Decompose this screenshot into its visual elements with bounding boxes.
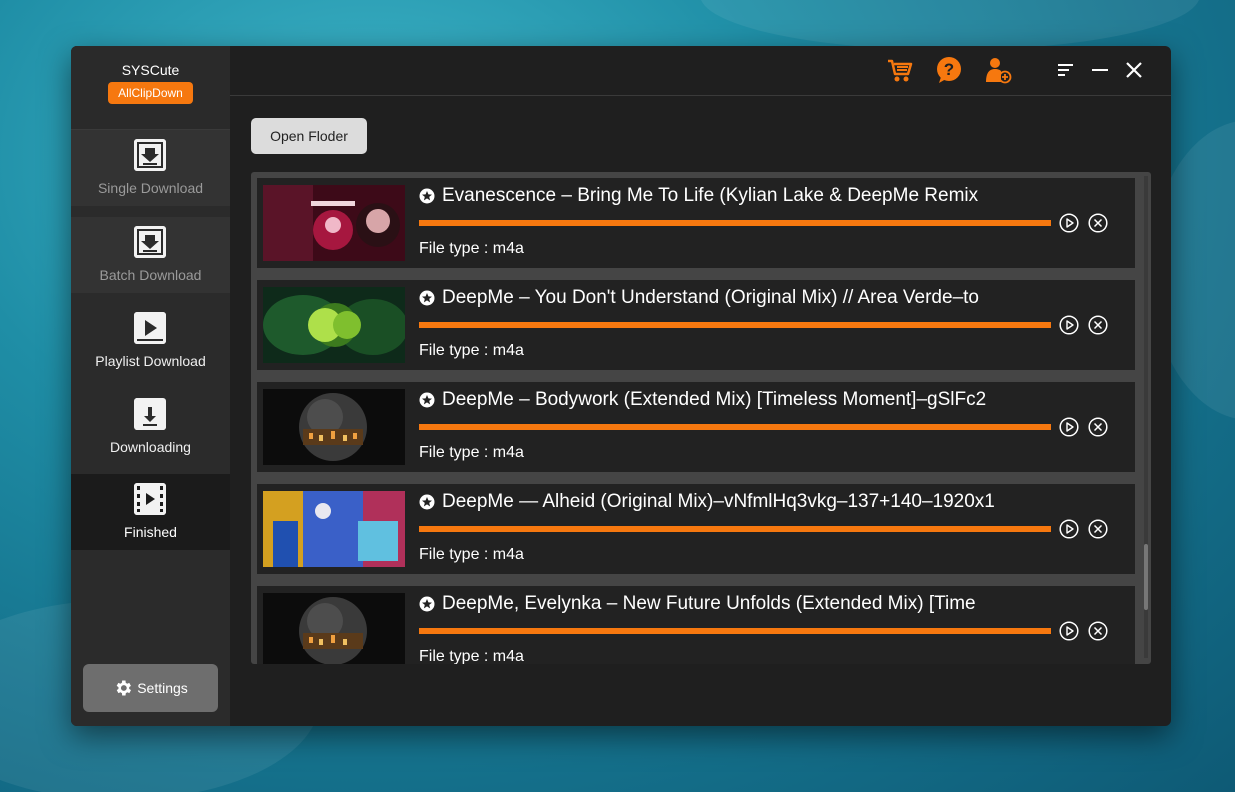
menu-icon[interactable] xyxy=(1056,60,1076,80)
video-thumbnail xyxy=(263,389,405,465)
file-type: File type : m4a xyxy=(419,648,524,664)
brand: SYSCute AllClipDown xyxy=(71,46,230,130)
progress-fill xyxy=(419,322,1051,328)
remove-circle-icon[interactable] xyxy=(1088,213,1108,233)
minimize-icon[interactable] xyxy=(1090,60,1110,80)
play-circle-icon[interactable] xyxy=(1059,213,1079,233)
video-thumbnail xyxy=(263,185,405,261)
play-box-icon xyxy=(134,312,166,344)
item-title: DeepMe — Alheid (Original Mix)–vNfmlHq3v… xyxy=(442,491,995,512)
file-type: File type : m4a xyxy=(419,546,524,563)
progress-bar xyxy=(419,628,1051,634)
video-thumbnail xyxy=(263,491,405,567)
item-title: DeepMe – You Don't Understand (Original … xyxy=(442,287,979,308)
finished-list: Evanescence – Bring Me To Life (Kylian L… xyxy=(251,172,1151,664)
progress-bar xyxy=(419,220,1051,226)
user-add-icon[interactable] xyxy=(984,56,1012,84)
item-title: DeepMe – Bodywork (Extended Mix) [Timele… xyxy=(442,389,987,410)
star-icon xyxy=(419,596,435,612)
star-icon xyxy=(419,494,435,510)
film-icon xyxy=(134,483,166,515)
sidebar-item-label: Playlist Download xyxy=(95,353,206,369)
file-type: File type : m4a xyxy=(419,444,524,461)
list-item: DeepMe – You Don't Understand (Original … xyxy=(257,280,1135,370)
sidebar-item-label: Downloading xyxy=(110,439,191,455)
item-title: Evanescence – Bring Me To Life (Kylian L… xyxy=(442,185,979,206)
progress-bar xyxy=(419,322,1051,328)
sidebar-item-playlist-download[interactable]: Playlist Download xyxy=(71,303,230,379)
play-circle-icon[interactable] xyxy=(1059,417,1079,437)
video-thumbnail xyxy=(263,593,405,664)
settings-button[interactable]: Settings xyxy=(83,664,218,712)
cart-icon[interactable] xyxy=(886,56,914,84)
close-icon[interactable] xyxy=(1124,60,1144,80)
progress-fill xyxy=(419,526,1051,532)
sidebar-item-label: Finished xyxy=(124,524,177,540)
progress-bar xyxy=(419,424,1051,430)
star-icon xyxy=(419,188,435,204)
play-circle-icon[interactable] xyxy=(1059,621,1079,641)
file-type: File type : m4a xyxy=(419,240,524,257)
app-window: SYSCute AllClipDown Single Download Batc… xyxy=(71,46,1171,726)
settings-label: Settings xyxy=(137,680,188,696)
sidebar-item-label: Batch Download xyxy=(99,267,202,283)
play-circle-icon[interactable] xyxy=(1059,519,1079,539)
progress-fill xyxy=(419,628,1051,634)
sidebar-item-single-download[interactable]: Single Download xyxy=(71,130,230,206)
list-item: DeepMe, Evelynka – New Future Unfolds (E… xyxy=(257,586,1135,664)
progress-fill xyxy=(419,220,1051,226)
title-bar: ? xyxy=(230,46,1171,96)
open-folder-button[interactable]: Open Floder xyxy=(251,118,367,154)
progress-fill xyxy=(419,424,1051,430)
list-item: DeepMe — Alheid (Original Mix)–vNfmlHq3v… xyxy=(257,484,1135,574)
remove-circle-icon[interactable] xyxy=(1088,519,1108,539)
sidebar-item-batch-download[interactable]: Batch Download xyxy=(71,217,230,293)
svg-text:?: ? xyxy=(944,60,954,79)
file-download-icon xyxy=(134,398,166,430)
brand-name: SYSCute xyxy=(121,62,180,78)
star-icon xyxy=(419,392,435,408)
download-box-icon xyxy=(134,139,166,171)
gear-icon xyxy=(116,680,132,696)
brand-badge: AllClipDown xyxy=(108,82,193,104)
scrollbar-thumb[interactable] xyxy=(1144,544,1148,610)
sidebar-item-downloading[interactable]: Downloading xyxy=(71,389,230,465)
item-title: DeepMe, Evelynka – New Future Unfolds (E… xyxy=(442,593,976,614)
sidebar: SYSCute AllClipDown Single Download Batc… xyxy=(71,46,230,726)
help-icon[interactable]: ? xyxy=(935,56,963,84)
download-box-icon xyxy=(134,226,166,258)
remove-circle-icon[interactable] xyxy=(1088,417,1108,437)
list-item: DeepMe – Bodywork (Extended Mix) [Timele… xyxy=(257,382,1135,472)
video-thumbnail xyxy=(263,287,405,363)
remove-circle-icon[interactable] xyxy=(1088,621,1108,641)
play-circle-icon[interactable] xyxy=(1059,315,1079,335)
file-type: File type : m4a xyxy=(419,342,524,359)
remove-circle-icon[interactable] xyxy=(1088,315,1108,335)
progress-bar xyxy=(419,526,1051,532)
sidebar-item-finished[interactable]: Finished xyxy=(71,474,230,550)
star-icon xyxy=(419,290,435,306)
sidebar-item-label: Single Download xyxy=(97,180,204,196)
list-item: Evanescence – Bring Me To Life (Kylian L… xyxy=(257,178,1135,268)
